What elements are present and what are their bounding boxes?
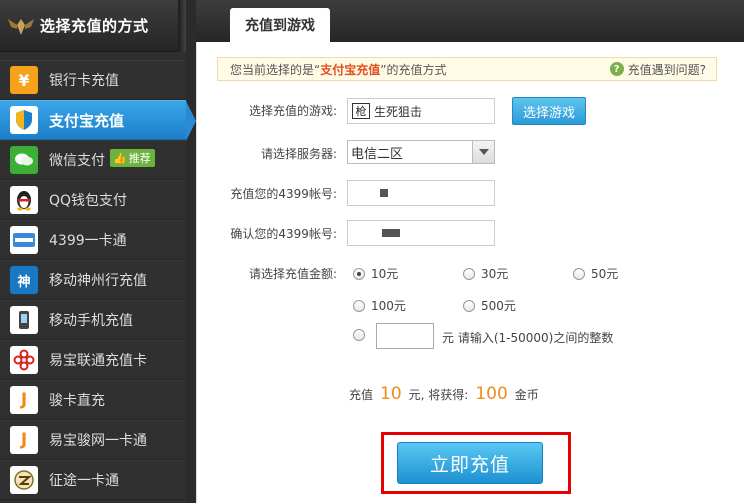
sidebar-item-wechat[interactable]: 微信支付 👍 推荐 [0,140,186,180]
phone-icon [10,306,38,334]
question-icon: ? [609,62,624,76]
sidebar-header: 选择充值的方式 [0,0,186,52]
account-label: 充值您的4399帐号: [230,187,337,201]
amount-option-10[interactable]: 10元 [353,265,398,282]
unicom-knot-icon [10,346,38,374]
payment-method-sidebar: 选择充值的方式 ¥ 银行卡充值 支付宝充值 微信支付 👍 推荐 QQ钱包支付 4… [0,0,196,503]
amount-option-500[interactable]: 500元 [463,297,516,314]
sidebar-item-label: 骏卡直充 [49,393,105,409]
game-field[interactable]: 枪 生死狙击 [347,98,495,124]
sidebar-item-unicom-card[interactable]: 易宝联通充值卡 [0,340,186,380]
amount-option-100[interactable]: 100元 [353,297,406,314]
sidebar-item-label: 征途一卡通 [49,473,119,489]
amount-option-custom[interactable] [353,329,371,341]
sidebar-item-mobile-phone[interactable]: 移动手机充值 [0,300,186,340]
sidebar-item-label: 易宝骏网一卡通 [49,433,147,449]
sidebar-item-alipay[interactable]: 支付宝充值 [0,100,196,141]
sidebar-item-label: 银行卡充值 [49,73,119,89]
thumbs-up-icon: 👍 [113,151,127,165]
sidebar-item-label: 微信支付 [49,153,105,169]
junwang-j-icon: J [10,426,38,454]
game-label: 选择充值的游戏: [248,104,337,118]
current-method-notice: 您当前选择的是“ 支付宝充值 ”的充值方式 ? 充值遇到问题? [217,57,717,81]
sidebar-item-label: 易宝联通充值卡 [49,353,147,369]
help-link[interactable]: ? 充值遇到问题? [609,61,706,78]
payment-method-list: ¥ 银行卡充值 支付宝充值 微信支付 👍 推荐 QQ钱包支付 4399一卡通 神… [0,60,196,500]
sidebar-item-label: 移动神州行充值 [49,273,147,289]
redacted-account [380,189,388,197]
summary-coins: 100 [475,384,508,404]
account-input[interactable] [347,180,495,206]
sidebar-item-shenzhouxing[interactable]: 神 移动神州行充值 [0,260,186,300]
zhengtu-logo-icon [10,466,38,494]
sidebar-item-bank-card[interactable]: ¥ 银行卡充值 [0,60,186,100]
sidebar-item-label: 4399一卡通 [49,233,127,249]
recommend-badge: 👍 推荐 [110,149,155,167]
amount-option-50[interactable]: 50元 [573,265,618,282]
junka-j-icon: J [10,386,38,414]
winged-logo-icon [6,11,36,41]
sidebar-item-junka[interactable]: J 骏卡直充 [0,380,186,420]
recharge-form: 您当前选择的是“ 支付宝充值 ”的充值方式 ? 充值遇到问题? 选择充值的游戏: 枪… [196,42,744,503]
choose-game-button[interactable]: 选择游戏 [512,97,586,125]
sidebar-item-label: QQ钱包支付 [49,193,128,209]
shenzhouxing-icon: 神 [10,266,38,294]
custom-amount-input[interactable] [376,323,434,349]
summary-amount: 10 [380,384,402,404]
sidebar-item-junwang-card[interactable]: J 易宝骏网一卡通 [0,420,186,460]
recharge-panel: 充值到游戏 您当前选择的是“ 支付宝充值 ”的充值方式 ? 充值遇到问题? 选择充值… [196,0,744,503]
sidebar-title: 选择充值的方式 [40,17,149,35]
recharge-summary: 充值 10 元, 将获得: 100 金币 [349,384,539,404]
server-select[interactable]: 电信二区 [347,140,495,164]
sidebar-item-label: 移动手机充值 [49,313,133,329]
wechat-icon [10,146,38,174]
qq-penguin-icon [10,186,38,214]
tab-recharge-to-game[interactable]: 充值到游戏 [230,8,330,42]
confirm-account-label: 确认您的4399帐号: [230,227,337,241]
custom-amount-hint: 元 请输入(1-50000)之间的整数 [442,331,614,345]
dropdown-arrow-icon[interactable] [472,141,494,163]
amount-option-30[interactable]: 30元 [463,265,508,282]
redacted-account [382,229,400,237]
yuan-icon: ¥ [10,66,38,94]
submit-recharge-button[interactable]: 立即充值 [397,442,543,484]
game-value: 生死狙击 [374,104,423,119]
card-4399-icon [10,226,38,254]
sidebar-item-zhengtu-card[interactable]: 征途一卡通 [0,460,186,500]
sidebar-item-4399-card[interactable]: 4399一卡通 [0,220,186,260]
confirm-account-input[interactable] [347,220,495,246]
sidebar-item-label: 支付宝充值 [49,111,125,130]
sidebar-item-qq-wallet[interactable]: QQ钱包支付 [0,180,186,220]
current-method-name: 支付宝充值 [320,62,381,77]
server-label: 请选择服务器: [260,147,337,161]
shield-icon [10,106,38,134]
amount-label: 请选择充值金额: [248,267,337,281]
game-chip-icon: 枪 [352,103,370,119]
tab-bar: 充值到游戏 [196,0,744,42]
